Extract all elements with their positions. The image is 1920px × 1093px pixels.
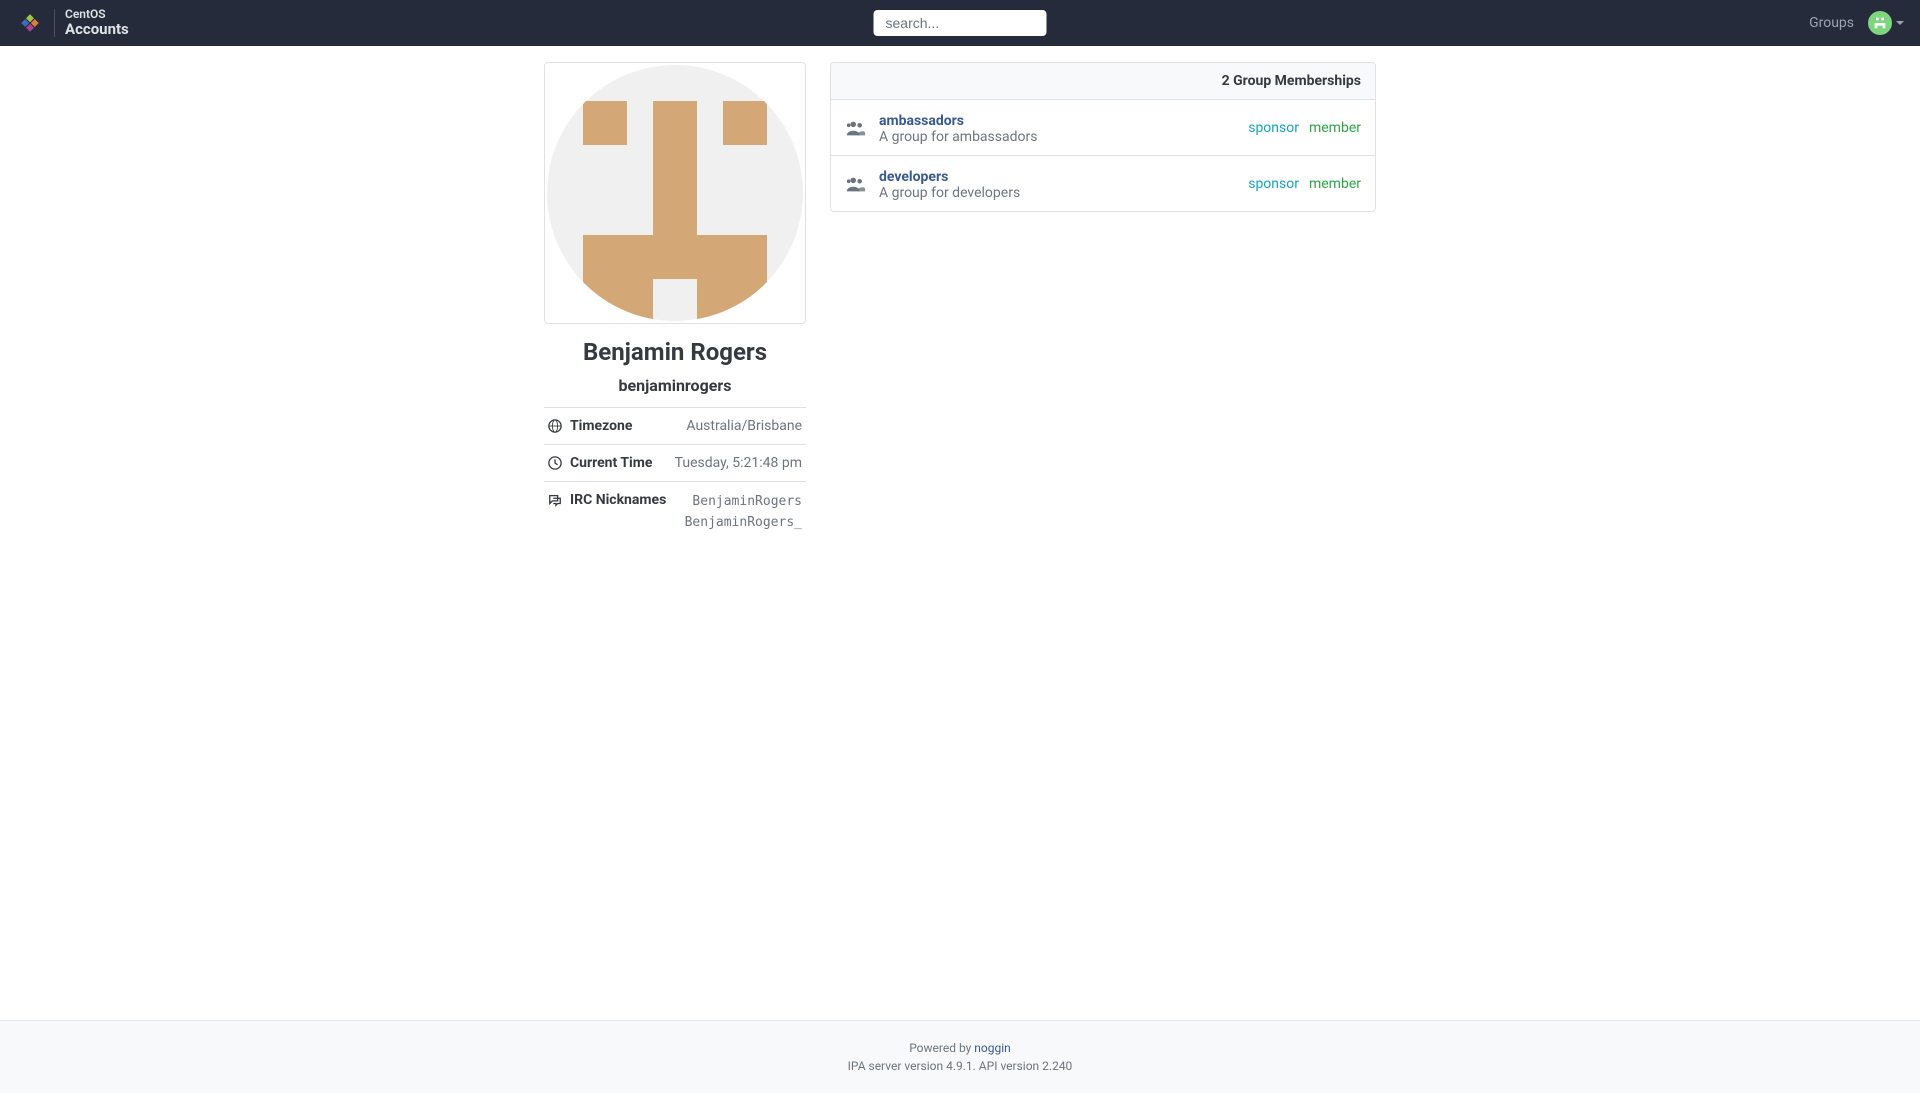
current-time-value: Tuesday, 5:21:48 pm	[675, 455, 802, 471]
role-sponsor: sponsor	[1248, 120, 1299, 136]
timezone-value: Australia/Brisbane	[686, 418, 802, 434]
brand-text: CentOS Accounts	[65, 8, 129, 38]
role-member: member	[1309, 120, 1361, 136]
navbar: CentOS Accounts Groups	[0, 0, 1920, 46]
group-row: ambassadors A group for ambassadors spon…	[831, 100, 1375, 156]
group-row: developers A group for developers sponso…	[831, 156, 1375, 211]
group-roles: sponsor member	[1248, 176, 1361, 192]
group-name-link[interactable]: ambassadors	[879, 113, 964, 129]
profile-info-list: Timezone Australia/Brisbane Current Time…	[544, 407, 806, 544]
search-container	[874, 10, 1047, 36]
main-content: Benjamin Rogers benjaminrogers Timezone …	[386, 46, 1534, 1020]
identicon-avatar	[547, 65, 803, 321]
group-info: developers A group for developers	[879, 166, 1236, 201]
irc-value: BenjaminRogers BenjaminRogers_	[685, 492, 802, 534]
info-row-timezone: Timezone Australia/Brisbane	[544, 408, 806, 445]
chat-icon	[548, 493, 562, 507]
current-time-label: Current Time	[548, 455, 652, 471]
profile-display-name: Benjamin Rogers	[544, 338, 806, 366]
groups-header: 2 Group Memberships	[831, 63, 1375, 100]
profile-card: Benjamin Rogers benjaminrogers Timezone …	[544, 62, 806, 1004]
group-info: ambassadors A group for ambassadors	[879, 110, 1236, 145]
noggin-link[interactable]: noggin	[974, 1041, 1011, 1055]
user-menu[interactable]	[1868, 11, 1904, 35]
chevron-down-icon	[1896, 21, 1904, 25]
role-sponsor: sponsor	[1248, 176, 1299, 192]
group-name-link[interactable]: developers	[879, 169, 948, 185]
globe-icon	[548, 419, 562, 433]
user-avatar-icon	[1868, 11, 1892, 35]
centos-logo-icon	[16, 9, 44, 37]
timezone-label: Timezone	[548, 418, 632, 434]
role-member: member	[1309, 176, 1361, 192]
navbar-right: Groups	[1809, 11, 1904, 35]
irc-nick-1: BenjaminRogers	[685, 492, 802, 513]
irc-nick-2: BenjaminRogers_	[685, 513, 802, 534]
footer-version: IPA server version 4.9.1. API version 2.…	[0, 1059, 1920, 1073]
irc-label: IRC Nicknames	[548, 492, 666, 508]
group-roles: sponsor member	[1248, 120, 1361, 136]
users-icon	[845, 173, 867, 195]
group-desc: A group for ambassadors	[879, 129, 1236, 145]
clock-icon	[548, 456, 562, 470]
footer: Powered by noggin IPA server version 4.9…	[0, 1020, 1920, 1093]
search-input[interactable]	[874, 10, 1047, 36]
profile-username: benjaminrogers	[544, 376, 806, 395]
info-row-irc: IRC Nicknames BenjaminRogers BenjaminRog…	[544, 482, 806, 544]
info-row-current-time: Current Time Tuesday, 5:21:48 pm	[544, 445, 806, 482]
avatar-box	[544, 62, 806, 324]
groups-card: 2 Group Memberships ambassadors A group …	[830, 62, 1376, 212]
group-desc: A group for developers	[879, 185, 1236, 201]
brand-divider	[54, 9, 55, 37]
brand[interactable]: CentOS Accounts	[16, 8, 129, 38]
users-icon	[845, 117, 867, 139]
groups-link[interactable]: Groups	[1809, 15, 1854, 31]
footer-powered: Powered by noggin	[0, 1041, 1920, 1055]
brand-line2: Accounts	[65, 21, 129, 38]
groups-panel: 2 Group Memberships ambassadors A group …	[830, 62, 1376, 1004]
